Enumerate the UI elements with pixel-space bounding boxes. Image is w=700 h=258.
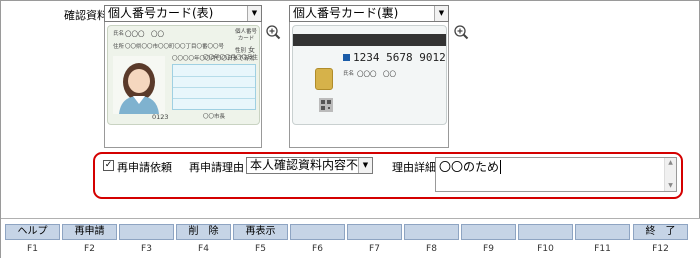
f2-key-label: F2 bbox=[84, 244, 95, 254]
f7-button[interactable] bbox=[347, 224, 402, 240]
front-expiry-value: 〇〇〇〇年〇〇月〇〇日まで有効 bbox=[172, 56, 255, 62]
zoom-in-icon[interactable] bbox=[453, 24, 469, 40]
chevron-down-icon: ▼ bbox=[358, 158, 372, 173]
front-doc-select[interactable]: 個人番号カード(表) ▼ bbox=[104, 5, 262, 22]
window-frame: 確認資料 個人番号カード(表) ▼ 個人番号カード(裏) ▼ 氏名 〇〇〇 〇〇… bbox=[0, 0, 700, 258]
scroll-up-icon[interactable]: ▲ bbox=[665, 158, 676, 168]
reason-label: 再申請理由 bbox=[189, 161, 244, 174]
f12-key-label: F12 bbox=[652, 244, 669, 254]
back-doc-select-value: 個人番号カード(裏) bbox=[293, 6, 399, 20]
back-name-value: 〇〇〇 〇〇 bbox=[357, 70, 396, 78]
reason-select-value: 本人確認資料内容不備 bbox=[250, 158, 371, 172]
reapply-checkbox-label: 再申請依頼 bbox=[117, 161, 172, 174]
f10-key-label: F10 bbox=[537, 244, 554, 254]
front-name-value: 〇〇〇 〇〇 bbox=[125, 30, 164, 38]
chevron-down-icon: ▼ bbox=[434, 6, 448, 21]
front-card-title: 個人番号 カード bbox=[235, 29, 258, 42]
f5-key-label: F5 bbox=[255, 244, 266, 254]
qr-code-icon bbox=[319, 98, 333, 112]
f4-key-label: F4 bbox=[198, 244, 209, 254]
f10-button[interactable] bbox=[518, 224, 573, 240]
f11-button[interactable] bbox=[575, 224, 630, 240]
f11-key-label: F11 bbox=[594, 244, 611, 254]
confirm-docs-label: 確認資料 bbox=[64, 9, 108, 22]
portrait-photo-icon bbox=[113, 56, 165, 114]
front-address-label: 住所 bbox=[113, 44, 125, 50]
reapply-checkbox[interactable]: ✓ bbox=[103, 160, 114, 171]
front-address-value: 〇〇県〇〇市〇〇町〇〇丁目〇番〇〇号 bbox=[125, 44, 225, 50]
back-card-image: 1234 5678 9012 氏名 〇〇〇 〇〇 bbox=[292, 25, 447, 125]
front-doc-select-value: 個人番号カード(表) bbox=[108, 6, 214, 20]
front-name-label: 氏名 bbox=[113, 31, 125, 37]
function-key-bar: ヘルプ 再申請 削 除 再表示 終 了 F1 F2 F3 F4 F5 F6 F7… bbox=[1, 218, 700, 258]
f9-button[interactable] bbox=[461, 224, 516, 240]
scroll-down-icon[interactable]: ▼ bbox=[665, 181, 676, 191]
f12-exit-button[interactable]: 終 了 bbox=[633, 224, 688, 240]
f3-key-label: F3 bbox=[141, 244, 152, 254]
zoom-in-icon[interactable] bbox=[265, 24, 281, 40]
f8-button[interactable] bbox=[404, 224, 459, 240]
f8-key-label: F8 bbox=[426, 244, 437, 254]
detail-textarea-value: 〇〇のため bbox=[439, 160, 500, 174]
detail-label: 理由詳細 bbox=[392, 161, 436, 174]
front-sex-value: 女 bbox=[248, 46, 255, 54]
f4-delete-button[interactable]: 削 除 bbox=[176, 224, 231, 240]
back-card-stripe bbox=[293, 34, 446, 46]
f6-key-label: F6 bbox=[312, 244, 323, 254]
back-card-panel: 1234 5678 9012 氏名 〇〇〇 〇〇 bbox=[289, 22, 449, 148]
detail-textarea[interactable]: 〇〇のため ▲ ▼ bbox=[435, 157, 677, 192]
f9-key-label: F9 bbox=[483, 244, 494, 254]
front-info-grid bbox=[172, 64, 256, 110]
back-name-label: 氏名 bbox=[343, 71, 355, 77]
f7-key-label: F7 bbox=[369, 244, 380, 254]
chevron-down-icon: ▼ bbox=[247, 6, 261, 21]
back-doc-select[interactable]: 個人番号カード(裏) ▼ bbox=[289, 5, 449, 22]
f3-button[interactable] bbox=[119, 224, 174, 240]
detail-scrollbar[interactable]: ▲ ▼ bbox=[664, 158, 676, 191]
front-card-image: 氏名 〇〇〇 〇〇 住所 〇〇県〇〇市〇〇町〇〇丁目〇番〇〇号 個人番号 カード… bbox=[107, 25, 260, 125]
front-sex-label: 性別 bbox=[235, 48, 247, 54]
back-card-number: 1234 5678 9012 bbox=[353, 51, 446, 64]
f1-key-label: F1 bbox=[27, 244, 38, 254]
front-card-panel: 氏名 〇〇〇 〇〇 住所 〇〇県〇〇市〇〇町〇〇丁目〇番〇〇号 個人番号 カード… bbox=[104, 22, 262, 148]
reason-select[interactable]: 本人確認資料内容不備 ▼ bbox=[246, 157, 373, 174]
f5-refresh-button[interactable]: 再表示 bbox=[233, 224, 288, 240]
f6-button[interactable] bbox=[290, 224, 345, 240]
f1-help-button[interactable]: ヘルプ bbox=[5, 224, 60, 240]
front-serial: 0123 bbox=[152, 113, 169, 121]
front-city-value: 〇〇市長 bbox=[203, 114, 226, 120]
f2-reapply-button[interactable]: 再申請 bbox=[62, 224, 117, 240]
ic-chip-icon bbox=[315, 68, 333, 90]
